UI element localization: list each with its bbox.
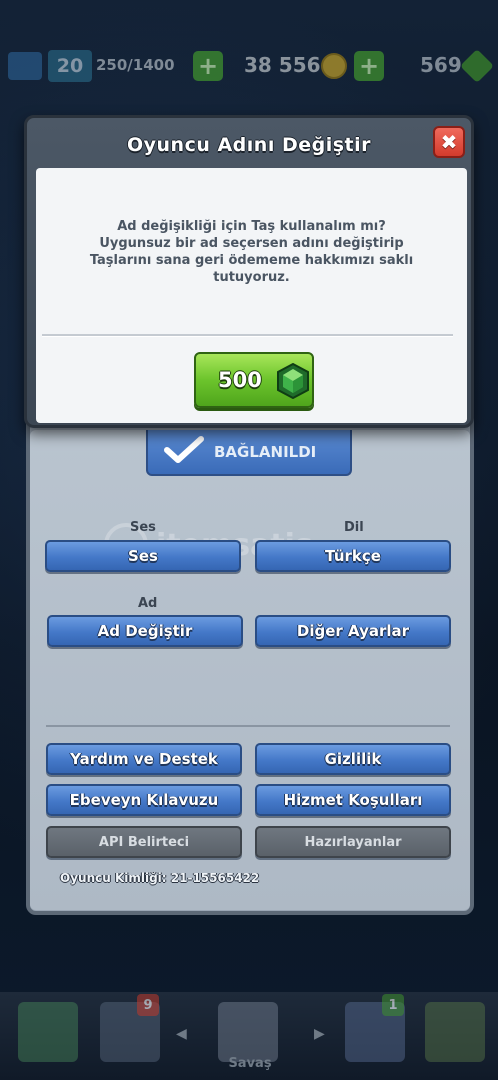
dialog-title: Oyuncu Adını Değiştir bbox=[126, 134, 371, 156]
checkmark-icon bbox=[164, 436, 204, 463]
nav-shop-icon[interactable] bbox=[18, 1002, 78, 1062]
api-token-button[interactable]: API Belirteci bbox=[46, 826, 242, 858]
xp-progress: 250/1400 bbox=[96, 56, 175, 74]
dialog-body: Ad değişikliği için Taş kullanalım mı? U… bbox=[36, 168, 467, 423]
gold-amount: 38 556 bbox=[244, 53, 321, 77]
buy-gold-button[interactable]: + bbox=[193, 51, 223, 81]
confirm-gem-purchase-button[interactable]: 500 bbox=[194, 352, 314, 408]
change-name-dialog: Oyuncu Adını Değiştir ✖ Ad değişikliği i… bbox=[24, 115, 474, 428]
clan-badge: 1 bbox=[382, 994, 404, 1016]
player-id: Oyuncu Kimliği: 21-15565422 bbox=[60, 871, 260, 885]
gem-icon bbox=[277, 363, 309, 399]
sound-caption: Ses bbox=[130, 520, 156, 535]
language-button[interactable]: Türkçe bbox=[255, 540, 451, 572]
gem-icon bbox=[460, 49, 494, 83]
help-support-button[interactable]: Yardım ve Destek bbox=[46, 743, 242, 775]
cards-badge: 9 bbox=[137, 994, 159, 1016]
nav-events-icon[interactable] bbox=[425, 1002, 485, 1062]
name-caption: Ad bbox=[138, 596, 158, 611]
settings-divider bbox=[46, 725, 450, 727]
price-label: 500 bbox=[218, 368, 262, 392]
resource-bar: 20 250/1400 + 38 556 + 569 bbox=[0, 40, 498, 94]
gold-coin-icon bbox=[321, 53, 347, 79]
dialog-divider bbox=[42, 334, 453, 337]
terms-of-service-button[interactable]: Hizmet Koşulları bbox=[255, 784, 451, 816]
language-caption: Dil bbox=[344, 520, 364, 535]
bottom-navigation: 9 ◀ Savaş ▶ 1 bbox=[0, 992, 498, 1080]
change-name-button[interactable]: Ad Değiştir bbox=[47, 615, 243, 647]
credits-button[interactable]: Hazırlayanlar bbox=[255, 826, 451, 858]
dialog-message: Ad değişikliği için Taş kullanalım mı? U… bbox=[89, 219, 414, 285]
nav-battle-icon[interactable] bbox=[218, 1002, 278, 1062]
account-connected-button[interactable]: BAĞLANILDI bbox=[146, 430, 352, 476]
parents-guide-button[interactable]: Ebeveyn Kılavuzu bbox=[46, 784, 242, 816]
nav-battle-label: Savaş bbox=[228, 1056, 272, 1071]
close-button[interactable]: ✖ bbox=[433, 126, 465, 158]
xp-shield-icon bbox=[8, 52, 42, 80]
other-settings-button[interactable]: Diğer Ayarlar bbox=[255, 615, 451, 647]
sound-button[interactable]: Ses bbox=[45, 540, 241, 572]
nav-left-arrow-icon[interactable]: ◀ bbox=[176, 1026, 187, 1042]
connected-label: BAĞLANILDI bbox=[214, 443, 317, 461]
buy-gems-button[interactable]: + bbox=[354, 51, 384, 81]
privacy-button[interactable]: Gizlilik bbox=[255, 743, 451, 775]
nav-right-arrow-icon[interactable]: ▶ bbox=[314, 1026, 325, 1042]
king-level: 20 bbox=[48, 50, 92, 82]
gem-amount: 569 bbox=[420, 53, 462, 77]
